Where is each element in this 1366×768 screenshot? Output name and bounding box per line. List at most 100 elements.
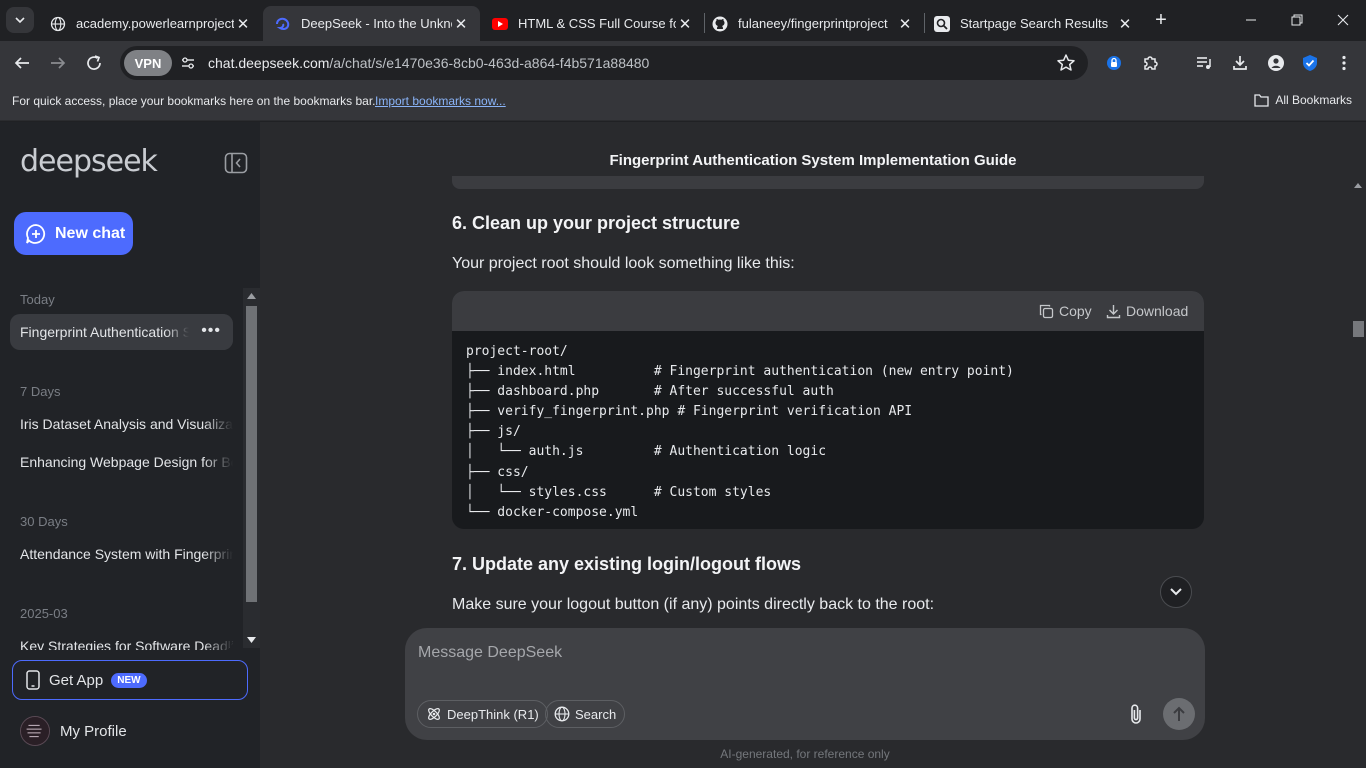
password-manager-button[interactable] xyxy=(1100,49,1128,77)
tab-title: DeepSeek - Into the Unknow xyxy=(301,16,452,31)
download-icon xyxy=(1233,56,1247,70)
profile-button[interactable]: My Profile xyxy=(20,716,127,746)
new-chat-button[interactable]: New chat xyxy=(14,212,133,255)
history-item-active[interactable]: Fingerprint Authentication System Implem… xyxy=(10,314,233,350)
code-block: Copy Download project-root/ ├── index.ht… xyxy=(452,291,1204,529)
puzzle-icon xyxy=(1144,56,1158,70)
extensions-button[interactable] xyxy=(1137,49,1165,77)
restore-button[interactable] xyxy=(1274,0,1320,40)
globe-icon xyxy=(50,16,66,32)
phone-icon xyxy=(26,670,40,690)
url-text[interactable]: chat.deepseek.com/a/chat/s/e1470e36-8cb0… xyxy=(208,55,649,71)
history-item[interactable]: Iris Dataset Analysis and Visualization xyxy=(10,406,233,442)
conversation-title: Fingerprint Authentication System Implem… xyxy=(609,152,1017,169)
arrow-up-icon xyxy=(1173,706,1185,721)
download-code-button[interactable]: Download xyxy=(1106,303,1188,319)
close-tab-icon[interactable]: ✕ xyxy=(676,15,694,33)
message-composer[interactable]: Message DeepSeek DeepThink (R1) Search xyxy=(405,628,1205,740)
arrow-right-icon xyxy=(51,57,66,69)
browser-tab[interactable]: Startpage Search Results ✕ xyxy=(922,6,1144,41)
browser-toolbar: VPN chat.deepseek.com/a/chat/s/e1470e36-… xyxy=(0,41,1366,85)
chat-scrollbar[interactable] xyxy=(1350,178,1366,768)
playlist-icon xyxy=(1197,57,1211,69)
history-item-title: Key Strategies for Software Deadlines xyxy=(20,638,233,650)
browser-tab-active[interactable]: DeepSeek - Into the Unknow ✕ xyxy=(263,6,480,41)
download-icon xyxy=(1106,304,1121,318)
copy-code-button[interactable]: Copy xyxy=(1039,303,1092,319)
deepthink-label: DeepThink (R1) xyxy=(447,706,539,722)
media-controls-button[interactable] xyxy=(1190,49,1218,77)
collapse-sidebar-button[interactable] xyxy=(224,152,248,174)
tab-title: academy.powerlearnprojecta xyxy=(76,16,234,31)
url-path: /a/chat/s/e1470e36-8cb0-463d-a864-f4b571… xyxy=(329,55,650,71)
address-bar[interactable]: VPN chat.deepseek.com/a/chat/s/e1470e36-… xyxy=(120,46,1088,80)
deepseek-whale-icon xyxy=(275,16,291,32)
browser-tab[interactable]: HTML & CSS Full Course for ✕ xyxy=(480,6,704,41)
close-window-button[interactable] xyxy=(1320,0,1366,40)
downloads-button[interactable] xyxy=(1226,49,1254,77)
step-7-heading: 7. Update any existing login/logout flow… xyxy=(452,554,802,574)
step-6-heading: 6. Clean up your project structure xyxy=(452,213,741,233)
more-options-icon[interactable]: ••• xyxy=(201,322,221,340)
sidebar-scrollbar[interactable] xyxy=(243,288,260,648)
close-tab-icon[interactable]: ✕ xyxy=(1116,15,1134,33)
chat-scroll-thumb[interactable] xyxy=(1353,321,1364,337)
search-toggle[interactable]: Search xyxy=(545,700,626,728)
close-tab-icon[interactable]: ✕ xyxy=(452,15,470,33)
attach-file-button[interactable] xyxy=(1123,701,1149,727)
back-button[interactable] xyxy=(8,49,36,77)
all-bookmarks-label: All Bookmarks xyxy=(1275,93,1352,107)
paperclip-icon xyxy=(1131,704,1141,724)
star-icon xyxy=(1057,54,1075,71)
new-chat-label: New chat xyxy=(55,224,126,242)
scroll-to-bottom-button[interactable] xyxy=(1160,576,1192,608)
bookmark-star-button[interactable] xyxy=(1052,49,1080,77)
browser-tab[interactable]: academy.powerlearnprojecta ✕ xyxy=(38,6,262,41)
history-item-fade xyxy=(203,444,233,480)
shield-check-icon xyxy=(1303,55,1317,71)
import-bookmarks-link[interactable]: Import bookmarks now... xyxy=(375,94,506,108)
security-extension-button[interactable] xyxy=(1296,49,1324,77)
reload-icon xyxy=(87,55,101,70)
tab-search-button[interactable] xyxy=(6,7,34,33)
forward-button[interactable] xyxy=(44,49,72,77)
sidebar-scroll-thumb[interactable] xyxy=(246,306,257,602)
site-info-icon[interactable] xyxy=(176,51,200,75)
all-bookmarks-button[interactable]: All Bookmarks xyxy=(1254,93,1352,107)
previous-code-block-edge xyxy=(452,176,1204,189)
close-tab-icon[interactable]: ✕ xyxy=(896,15,914,33)
new-chat-icon xyxy=(26,223,46,244)
sidebar: deepseek New chat Today Fingerprint Auth… xyxy=(0,122,260,768)
minimize-button[interactable] xyxy=(1228,0,1274,40)
browser-menu-button[interactable] xyxy=(1330,49,1358,77)
history-item-fade xyxy=(203,628,233,650)
deepseek-logo[interactable]: deepseek xyxy=(20,144,158,179)
scroll-down-arrow-icon xyxy=(247,637,256,643)
history-item-fade xyxy=(203,406,233,442)
code-content: project-root/ ├── index.html # Fingerpri… xyxy=(466,344,1014,520)
download-label: Download xyxy=(1126,303,1189,319)
ai-disclaimer: AI-generated, for reference only xyxy=(720,747,890,761)
history-item[interactable]: Enhancing Webpage Design for Better UX xyxy=(10,444,233,480)
profile-label: My Profile xyxy=(60,722,127,740)
history-item[interactable]: Key Strategies for Software Deadlines xyxy=(10,628,233,650)
scroll-up-arrow-icon xyxy=(1354,183,1362,188)
sidebar-collapse-icon xyxy=(224,152,248,174)
close-tab-icon[interactable]: ✕ xyxy=(234,15,252,33)
history-item-title: Attendance System with Fingerprint xyxy=(20,546,233,562)
profile-button[interactable] xyxy=(1262,49,1290,77)
avatar xyxy=(20,716,50,746)
get-app-button[interactable]: Get App NEW xyxy=(12,660,248,700)
vpn-badge[interactable]: VPN xyxy=(124,50,172,76)
history-item-title: Iris Dataset Analysis and Visualization xyxy=(20,416,233,432)
new-tab-plus-icon[interactable]: + xyxy=(1150,8,1172,32)
reload-button[interactable] xyxy=(80,49,108,77)
bookmarks-bar: For quick access, place your bookmarks h… xyxy=(0,85,1366,121)
deepthink-toggle[interactable]: DeepThink (R1) xyxy=(417,700,548,728)
send-button[interactable] xyxy=(1163,698,1195,730)
history-item[interactable]: Attendance System with Fingerprint xyxy=(10,536,233,572)
browser-tab[interactable]: fulaneey/fingerprintproject ✕ xyxy=(700,6,924,41)
copy-icon xyxy=(1039,304,1054,318)
history-group-label: 2025-03 xyxy=(20,606,68,621)
message-input[interactable]: Message DeepSeek xyxy=(418,644,562,662)
